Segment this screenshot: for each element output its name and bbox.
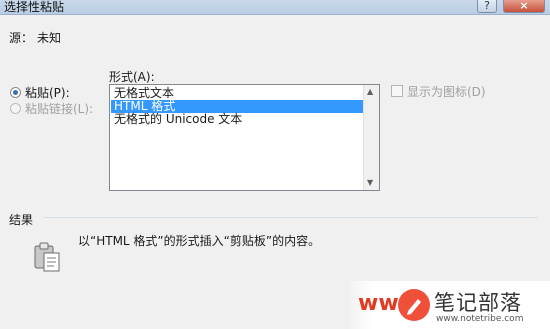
display-as-icon-checkbox[interactable] [391, 85, 403, 97]
paste-link-radio[interactable] [10, 103, 21, 114]
help-button[interactable]: ? [477, 0, 497, 13]
format-listbox-scrollbar[interactable]: ▲ ▼ [363, 85, 379, 190]
scroll-down-arrow-icon[interactable]: ▼ [367, 178, 373, 187]
result-label: 结果 [9, 213, 34, 227]
paste-link-radio-label[interactable]: 粘贴链接(L): [25, 100, 93, 117]
title-bar: 选择性粘贴 ? × [0, 0, 550, 15]
watermark: www 笔记部落 www.notetribe.com [350, 281, 550, 329]
clipboard-icon [34, 242, 60, 272]
format-listbox[interactable]: 无格式文本 HTML 格式 无格式的 Unicode 文本 ▲ ▼ [109, 84, 380, 191]
source-value: 未知 [37, 31, 62, 45]
format-label: 形式(A): [109, 70, 155, 84]
watermark-site-name: 笔记部落 [434, 291, 522, 315]
paste-radio[interactable] [10, 87, 21, 98]
result-divider [44, 217, 538, 218]
window-title: 选择性粘贴 [4, 0, 65, 14]
format-option-unicode-text[interactable]: 无格式的 Unicode 文本 [111, 113, 364, 126]
scroll-up-arrow-icon[interactable]: ▲ [367, 87, 373, 96]
source-label: 源： [9, 31, 34, 45]
display-as-icon-label[interactable]: 显示为图标(D) [407, 83, 486, 100]
paste-radio-label[interactable]: 粘贴(P): [25, 84, 70, 101]
pen-logo-icon [398, 289, 430, 321]
watermark-url: www.notetribe.com [436, 314, 524, 324]
close-button[interactable]: × [503, 0, 545, 13]
result-description: 以“HTML 格式”的形式插入“剪贴板”的内容。 [78, 234, 321, 248]
